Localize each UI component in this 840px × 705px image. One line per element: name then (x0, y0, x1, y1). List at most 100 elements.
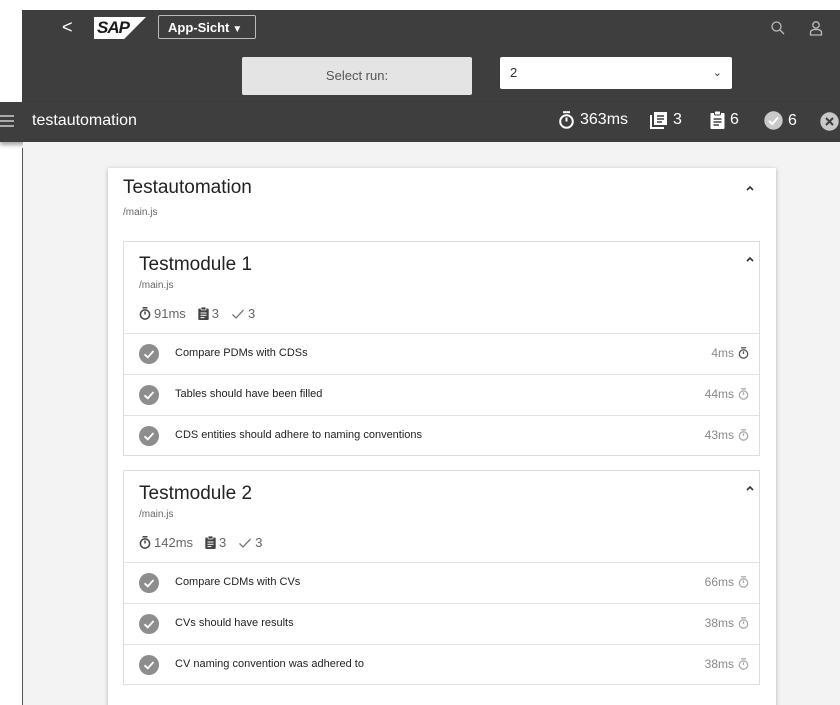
clipboard-icon (198, 307, 209, 320)
clipboard-icon (710, 111, 725, 129)
test-case-duration-value: 43ms (704, 428, 734, 442)
module-test-count-value: 3 (219, 535, 227, 550)
test-case-row[interactable]: CV naming convention was adhered to 38ms (124, 644, 759, 685)
stopwatch-icon (139, 307, 151, 320)
module-duration-value: 91ms (154, 306, 186, 321)
check-circle-icon (764, 111, 783, 130)
test-module: Testmodule 1 /main.js 91ms 3 3 Compare P… (123, 241, 760, 456)
run-select[interactable]: 2 ⌄ (500, 57, 732, 89)
test-case-row[interactable]: Tables should have been filled 44ms (124, 374, 759, 415)
passed-status-icon (139, 426, 159, 446)
test-case-duration: 38ms (705, 616, 749, 630)
run-selection-bar: Select run: 2 ⌄ (22, 46, 840, 102)
clipboard-icon (205, 536, 216, 549)
test-case-duration-value: 38ms (704, 657, 734, 671)
app-frame: < SAP App-Sicht ▼ Select run: 2 ⌄ testaut… (0, 0, 840, 705)
stopwatch-icon (738, 658, 749, 670)
app-view-menu-button[interactable]: App-Sicht ▼ (158, 15, 256, 39)
user-icon[interactable] (808, 20, 824, 36)
test-count-value: 6 (730, 111, 739, 128)
stopwatch-icon (738, 388, 749, 400)
test-case-row[interactable]: CDS entities should adhere to naming con… (124, 415, 759, 456)
test-case-name: CV naming convention was adhered to (175, 658, 364, 670)
test-case-name: Compare CDMs with CVs (175, 576, 301, 588)
back-button[interactable]: < (62, 17, 73, 38)
module-passed-count: 3 (231, 306, 255, 321)
report-card: Testautomation /main.js Testmodule 1 /ma… (108, 168, 776, 705)
module-duration-value: 142ms (154, 535, 194, 550)
module-test-count: 3 (205, 535, 226, 550)
collapse-module-icon[interactable] (745, 483, 755, 493)
module-test-count-value: 3 (211, 306, 220, 321)
passed-status-icon (139, 344, 159, 364)
hamburger-menu-icon[interactable] (0, 112, 14, 128)
test-case-duration-value: 4ms (711, 346, 734, 360)
test-case-name: CDS entities should adhere to naming con… (175, 429, 423, 441)
module-stats: 142ms 3 3 (139, 535, 275, 550)
passed-count-value: 6 (788, 111, 797, 129)
select-run-button[interactable]: Select run: (242, 57, 472, 95)
collapse-module-icon[interactable] (745, 254, 755, 264)
test-case-duration: 4ms (711, 346, 749, 360)
stopwatch-icon (738, 617, 749, 629)
report-title: Testautomation (123, 177, 252, 198)
test-case-row[interactable]: Compare CDMs with CVs 66ms (124, 562, 759, 603)
failed-close-icon[interactable] (820, 112, 839, 131)
test-case-name: Compare PDMs with CDSs (175, 347, 308, 359)
test-case-duration-value: 44ms (704, 387, 734, 401)
total-duration-value: 363ms (580, 111, 629, 128)
module-count: 3 (650, 111, 682, 129)
module-count-value: 3 (673, 111, 682, 128)
report-file: /main.js (123, 207, 158, 218)
app-view-label: App-Sicht (168, 20, 230, 35)
total-duration: 363ms (558, 111, 628, 129)
test-case-duration: 44ms (705, 387, 749, 401)
passed-status-icon (139, 385, 159, 405)
module-file: /main.js (139, 509, 174, 520)
library-books-icon (650, 112, 667, 129)
report-content: Testautomation /main.js Testmodule 1 /ma… (23, 142, 840, 705)
module-duration: 142ms (139, 535, 193, 550)
module-stats: 91ms 3 3 (139, 306, 267, 321)
passed-status-icon (139, 614, 159, 634)
search-icon[interactable] (770, 20, 786, 36)
module-passed-count-value: 3 (255, 535, 263, 550)
page-title: testautomation (32, 112, 137, 129)
test-case-duration-value: 66ms (704, 575, 734, 589)
summary-bar: testautomation 363ms 3 6 6 (0, 102, 840, 142)
passed-status-icon (139, 573, 159, 593)
test-case-duration: 38ms (705, 657, 749, 671)
sap-logo-text: SAP (97, 18, 130, 37)
stopwatch-icon (139, 536, 151, 549)
test-case-duration: 66ms (705, 575, 749, 589)
passed-count: 6 (764, 111, 797, 130)
module-title: Testmodule 1 (139, 254, 253, 275)
stopwatch-icon (738, 347, 749, 359)
test-case-duration: 43ms (705, 428, 749, 442)
collapse-report-icon[interactable] (745, 183, 755, 193)
test-case-name: Tables should have been filled (175, 388, 323, 400)
module-test-count: 3 (198, 306, 219, 321)
module-passed-count-value: 3 (248, 306, 256, 321)
passed-status-icon (139, 655, 159, 675)
module-file: /main.js (139, 280, 174, 291)
shell-bar: < SAP App-Sicht ▼ (22, 10, 840, 46)
test-case-duration-value: 38ms (704, 616, 734, 630)
sap-logo[interactable]: SAP (94, 17, 146, 39)
chevron-down-icon: ⌄ (712, 67, 722, 79)
test-case-row[interactable]: CVs should have results 38ms (124, 603, 759, 644)
module-duration: 91ms (139, 306, 186, 321)
check-icon (239, 538, 252, 548)
test-case-name: CVs should have results (175, 617, 294, 629)
run-select-value: 2 (510, 65, 518, 80)
check-icon (232, 309, 245, 319)
stopwatch-icon (738, 429, 749, 441)
stopwatch-icon (559, 111, 574, 129)
test-case-row[interactable]: Compare PDMs with CDSs 4ms (124, 333, 759, 374)
module-title: Testmodule 2 (139, 483, 253, 504)
test-module: Testmodule 2 /main.js 142ms 3 3 Compare … (123, 470, 760, 685)
stopwatch-icon (738, 576, 749, 588)
test-count: 6 (710, 111, 739, 129)
module-passed-count: 3 (238, 535, 263, 550)
caret-down-icon: ▼ (232, 24, 243, 35)
